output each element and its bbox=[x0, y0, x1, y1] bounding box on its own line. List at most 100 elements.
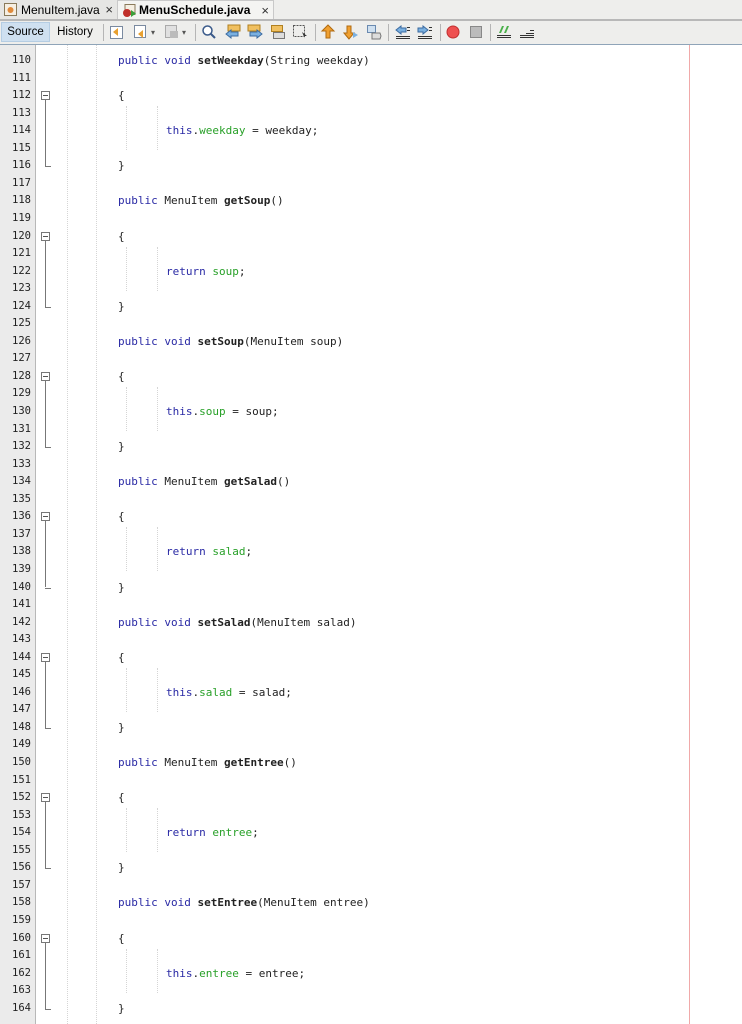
indent-guide bbox=[157, 106, 158, 151]
method-name-token: setSalad bbox=[197, 615, 251, 629]
code-line[interactable]: public MenuItem getSoup() bbox=[118, 192, 284, 210]
code-line[interactable]: } bbox=[118, 579, 125, 597]
code-line[interactable]: return soup; bbox=[166, 263, 246, 281]
code-line[interactable]: public MenuItem getSalad() bbox=[118, 473, 290, 491]
comment-icon[interactable] bbox=[496, 24, 512, 40]
code-line[interactable]: { bbox=[118, 228, 125, 246]
collapse-fold-icon[interactable] bbox=[41, 793, 50, 803]
close-tab-icon[interactable]: × bbox=[261, 3, 269, 18]
shift-left-icon[interactable] bbox=[395, 24, 411, 40]
keyword-token: return bbox=[166, 545, 206, 559]
line-number: 142 bbox=[12, 615, 31, 628]
toggle-highlight-icon[interactable] bbox=[270, 24, 286, 40]
code-folding-column bbox=[36, 45, 62, 1024]
code-line[interactable]: { bbox=[118, 649, 125, 667]
find-previous-icon[interactable] bbox=[225, 24, 241, 40]
collapse-fold-icon[interactable] bbox=[41, 933, 50, 943]
text-token: } bbox=[118, 1001, 125, 1015]
code-line[interactable]: public void setEntree(MenuItem entree) bbox=[118, 894, 370, 912]
line-number: 124 bbox=[12, 299, 31, 312]
tab-menuschedule-java[interactable]: MenuSchedule.java × bbox=[118, 0, 274, 19]
back-icon[interactable] bbox=[133, 24, 149, 40]
text-token: () bbox=[283, 756, 297, 769]
code-line[interactable]: { bbox=[118, 930, 125, 948]
toggle-rectangular-selection-icon[interactable] bbox=[292, 24, 308, 40]
close-tab-icon[interactable]: × bbox=[105, 2, 113, 17]
toggle-bookmark-icon[interactable] bbox=[366, 24, 382, 40]
code-line[interactable]: { bbox=[118, 368, 125, 386]
code-line[interactable]: public void setSalad(MenuItem salad) bbox=[118, 614, 356, 632]
text-token: () bbox=[270, 194, 284, 208]
code-line[interactable]: } bbox=[118, 438, 125, 456]
collapse-fold-icon[interactable] bbox=[41, 91, 50, 101]
field-token: soup bbox=[212, 264, 239, 278]
shift-right-icon[interactable] bbox=[417, 24, 433, 40]
code-line[interactable]: { bbox=[118, 87, 125, 105]
text-token: (String weekday) bbox=[263, 54, 370, 67]
fold-end-marker bbox=[45, 166, 51, 168]
code-line[interactable]: } bbox=[118, 157, 125, 175]
source-view-button[interactable]: Source bbox=[1, 22, 50, 42]
text-token: { bbox=[118, 89, 125, 103]
code-line[interactable]: public void setWeekday(String weekday) bbox=[118, 52, 370, 70]
uncomment-icon[interactable] bbox=[519, 24, 535, 40]
collapse-fold-icon[interactable] bbox=[41, 512, 50, 522]
find-selection-icon[interactable] bbox=[201, 24, 217, 40]
code-line[interactable]: } bbox=[118, 298, 125, 316]
code-line[interactable]: } bbox=[118, 1000, 125, 1018]
next-bookmark-icon[interactable] bbox=[343, 24, 359, 40]
code-line[interactable]: { bbox=[118, 789, 125, 807]
line-number: 122 bbox=[12, 264, 31, 277]
keyword-token: public bbox=[118, 334, 158, 348]
line-number: 150 bbox=[12, 756, 31, 768]
code-line[interactable]: { bbox=[118, 508, 125, 526]
indent-guide bbox=[126, 667, 127, 712]
forward-dropdown-icon[interactable]: ▾ bbox=[180, 24, 188, 40]
field-token: entree bbox=[199, 966, 239, 980]
collapse-fold-icon[interactable] bbox=[41, 371, 50, 381]
code-line[interactable]: } bbox=[118, 859, 125, 877]
fold-range-line bbox=[45, 661, 46, 728]
code-line[interactable]: this.entree = entree; bbox=[166, 965, 305, 983]
tab-menuitem-java[interactable]: MenuItem.java × bbox=[0, 0, 118, 19]
code-line[interactable]: public void setSoup(MenuItem soup) bbox=[118, 333, 343, 351]
method-name-token: setWeekday bbox=[197, 54, 264, 67]
code-line[interactable]: } bbox=[118, 719, 125, 737]
line-number: 117 bbox=[12, 176, 31, 189]
text-token: (MenuItem salad) bbox=[250, 615, 357, 629]
toolbar-separator bbox=[440, 24, 441, 41]
text-token: } bbox=[118, 720, 125, 734]
text-token: MenuItem bbox=[157, 475, 224, 489]
code-line[interactable]: this.soup = soup; bbox=[166, 403, 279, 421]
collapse-fold-icon[interactable] bbox=[41, 231, 50, 241]
code-line[interactable]: return entree; bbox=[166, 824, 259, 842]
code-line[interactable]: return salad; bbox=[166, 543, 252, 561]
previous-bookmark-icon[interactable] bbox=[320, 24, 336, 40]
indent-guide bbox=[157, 386, 158, 432]
line-number: 128 bbox=[12, 369, 31, 382]
code-line[interactable]: this.weekday = weekday; bbox=[166, 122, 318, 140]
code-line[interactable]: this.salad = salad; bbox=[166, 684, 292, 702]
forward-icon[interactable] bbox=[164, 24, 180, 40]
line-number: 133 bbox=[12, 457, 31, 470]
stop-macro-icon[interactable] bbox=[468, 24, 484, 40]
line-number: 136 bbox=[12, 510, 31, 523]
indent-guide bbox=[96, 45, 97, 1024]
back-dropdown-icon[interactable]: ▾ bbox=[149, 24, 157, 40]
method-name-token: getSalad bbox=[223, 475, 277, 489]
find-next-icon[interactable] bbox=[247, 24, 263, 40]
history-view-button[interactable]: History bbox=[52, 22, 98, 42]
fold-range-line bbox=[45, 942, 46, 1009]
line-number: 141 bbox=[12, 598, 31, 611]
start-macro-icon[interactable] bbox=[445, 24, 461, 40]
text-token: } bbox=[118, 861, 125, 875]
line-number: 127 bbox=[12, 352, 31, 365]
text-token: = soup; bbox=[225, 405, 279, 418]
last-edit-icon[interactable] bbox=[109, 24, 125, 40]
line-number: 110 bbox=[12, 54, 31, 66]
text-token: { bbox=[118, 791, 125, 805]
line-number: 160 bbox=[12, 931, 31, 944]
line-number: 116 bbox=[12, 159, 31, 172]
collapse-fold-icon[interactable] bbox=[41, 652, 50, 662]
code-line[interactable]: public MenuItem getEntree() bbox=[118, 754, 297, 772]
